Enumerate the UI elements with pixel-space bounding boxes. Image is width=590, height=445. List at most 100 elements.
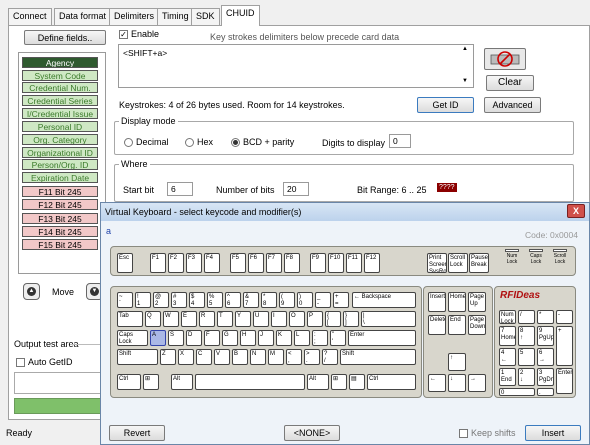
advanced-button[interactable]: Advanced (484, 97, 541, 113)
numpad-key[interactable]: - (556, 310, 573, 324)
letter-key[interactable]: " ' (330, 330, 346, 346)
letter-key[interactable]: W (163, 311, 179, 327)
enable-checkbox[interactable]: ✓ Enable (119, 29, 159, 40)
scroll-down-icon[interactable]: ▼ (462, 78, 468, 84)
field-list-item[interactable]: Personal ID (22, 121, 98, 132)
letter-key[interactable]: B (232, 349, 248, 365)
up-arrow-key[interactable]: ↑ (448, 353, 466, 371)
function-key[interactable]: F12 (364, 253, 380, 273)
letter-key[interactable]: T (217, 311, 233, 327)
down-arrow-key[interactable]: ↓ (448, 374, 466, 392)
letter-key[interactable]: O (289, 311, 305, 327)
radio-hex-circle[interactable] (185, 138, 194, 148)
field-list-item[interactable]: Org. Category (22, 134, 98, 145)
numpad-key[interactable]: 2 ↓ (518, 368, 535, 386)
nav-key[interactable]: Insert (428, 292, 446, 312)
right-shift-key[interactable]: Shift (340, 349, 416, 365)
radio-decimal[interactable]: Decimal (124, 137, 169, 148)
function-key[interactable]: Print Screen SysRq (427, 253, 447, 273)
field-list-item[interactable]: I/Credential Issue (22, 108, 98, 119)
function-key[interactable]: Scroll Lock (448, 253, 468, 273)
numpad-key[interactable]: 5 (518, 348, 535, 366)
numpad-key[interactable]: 4 ← (499, 348, 516, 366)
number-key[interactable]: ! 1 (135, 292, 151, 308)
define-fields-button[interactable]: Define fields.. (24, 30, 106, 45)
number-key[interactable]: & 7 (243, 292, 259, 308)
number-key[interactable]: ~ ` (117, 292, 133, 308)
numpad-key[interactable]: 3 PgDn (537, 368, 554, 386)
number-key[interactable]: @ 2 (153, 292, 169, 308)
dialog-close-button[interactable]: X (567, 204, 585, 218)
letter-key[interactable]: N (250, 349, 266, 365)
esc-key[interactable]: Esc (117, 253, 133, 273)
keep-shifts-checkbox[interactable]: Keep shifts (459, 428, 516, 439)
field-list-item[interactable]: F12 Bit 245 (22, 199, 98, 210)
function-key[interactable]: F8 (284, 253, 300, 273)
space-key[interactable] (195, 374, 305, 390)
nav-key[interactable]: Page Up (468, 292, 486, 312)
numpad-key[interactable]: 8 ↑ (518, 326, 535, 346)
field-list-item[interactable]: Credential Series (22, 95, 98, 106)
numpad-key[interactable]: Num Lock (499, 310, 516, 324)
tab-delimiters[interactable]: Delimiters (109, 8, 160, 25)
right-windows-key[interactable]: ⊞ (331, 374, 347, 390)
number-key[interactable]: + = (333, 292, 349, 308)
nav-key[interactable]: Home (448, 292, 466, 312)
number-key[interactable]: # 3 (171, 292, 187, 308)
radio-hex[interactable]: Hex (185, 137, 213, 148)
right-ctrl-key[interactable]: Ctrl (367, 374, 416, 390)
function-key[interactable]: F3 (186, 253, 202, 273)
field-list-item[interactable]: F13 Bit 245 (22, 213, 98, 224)
numpad-key[interactable]: 6 → (537, 348, 554, 366)
field-list-item[interactable]: F15 Bit 245 (22, 239, 98, 250)
revert-button[interactable]: Revert (109, 425, 165, 441)
left-arrow-key[interactable]: ← (428, 374, 446, 392)
keep-shifts-box[interactable] (459, 429, 468, 439)
letter-key[interactable]: Q (145, 311, 161, 327)
letter-key[interactable]: J (258, 330, 274, 346)
function-key[interactable]: F9 (310, 253, 326, 273)
number-key[interactable]: $ 4 (189, 292, 205, 308)
letter-key[interactable]: G (222, 330, 238, 346)
letter-key[interactable]: D (186, 330, 202, 346)
number-key[interactable]: ) 0 (297, 292, 313, 308)
letter-key[interactable]: ? / (322, 349, 338, 365)
letter-key[interactable]: K (276, 330, 292, 346)
nav-key[interactable]: Delete (428, 315, 446, 335)
tab-key[interactable]: Tab (117, 311, 143, 327)
numpad-key[interactable]: 1 End (499, 368, 516, 386)
function-key[interactable]: F6 (248, 253, 264, 273)
menu-key[interactable]: ▤ (349, 374, 365, 390)
function-key[interactable]: F1 (150, 253, 166, 273)
backslash-key[interactable]: | \ (361, 311, 416, 327)
left-alt-key[interactable]: Alt (171, 374, 193, 390)
numpad-key[interactable]: + (556, 326, 573, 366)
left-shift-key[interactable]: Shift (117, 349, 158, 365)
a-key[interactable]: A (150, 330, 166, 346)
caps-lock-key[interactable]: Caps Lock (117, 330, 148, 346)
get-id-button[interactable]: Get ID (417, 97, 474, 113)
letter-key[interactable]: F (204, 330, 220, 346)
move-up-button[interactable]: ▲ (23, 283, 40, 300)
letter-key[interactable]: P (307, 311, 323, 327)
numpad-key[interactable]: / (518, 310, 535, 324)
numpad-key[interactable]: 7 Home (499, 326, 516, 346)
function-key[interactable]: F5 (230, 253, 246, 273)
scroll-up-icon[interactable]: ▲ (462, 46, 468, 52)
letter-key[interactable]: { [ (325, 311, 341, 327)
digits-input[interactable]: 0 (389, 134, 411, 148)
letter-key[interactable]: H (240, 330, 256, 346)
right-alt-key[interactable]: Alt (307, 374, 329, 390)
tab-timing[interactable]: Timing (157, 8, 194, 25)
letter-key[interactable]: V (214, 349, 230, 365)
field-list-item[interactable]: System Code (22, 70, 98, 81)
function-key[interactable]: F4 (204, 253, 220, 273)
field-list-item[interactable]: Expiration Date (22, 172, 98, 183)
letter-key[interactable]: > . (304, 349, 320, 365)
letter-key[interactable]: X (178, 349, 194, 365)
numpad-key[interactable]: . Del (537, 388, 554, 396)
letter-key[interactable]: C (196, 349, 212, 365)
numpad-key[interactable]: * (537, 310, 554, 324)
nav-key[interactable]: End (448, 315, 466, 335)
start-bit-input[interactable]: 6 (167, 182, 193, 196)
